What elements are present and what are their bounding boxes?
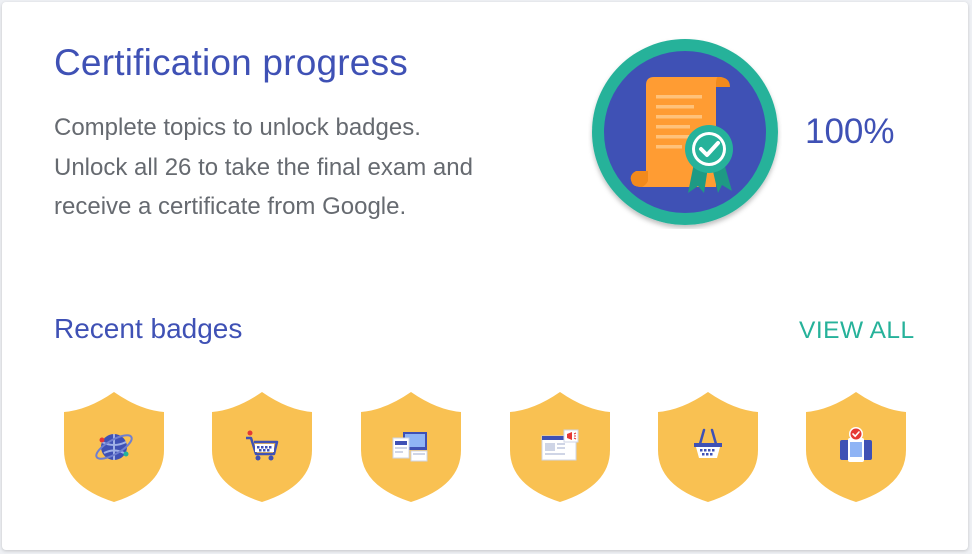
description-line-2: Unlock all 26 to take the final exam and [54, 153, 473, 181]
badge-shopping-cart[interactable] [210, 390, 314, 504]
badge-devices[interactable] [359, 390, 463, 504]
certificate-medal-icon [588, 35, 782, 229]
description-line-3: receive a certificate from Google. [54, 193, 407, 220]
certification-progress-card: Certification progress Complete topics t… [2, 2, 968, 550]
recent-badges-list [62, 390, 922, 506]
badge-web-ad[interactable] [508, 390, 612, 504]
badge-globe[interactable] [62, 390, 166, 504]
badge-shopping-basket[interactable] [656, 390, 760, 504]
progress-percent: 100% [805, 112, 895, 151]
certification-description: Complete topics to unlock badges. Unlock… [54, 108, 574, 227]
badge-mobile-check[interactable] [804, 390, 908, 504]
view-all-link[interactable]: VIEW ALL [799, 317, 915, 345]
page-title: Certification progress [54, 42, 408, 83]
description-line-1: Complete topics to unlock badges. [54, 114, 421, 141]
recent-badges-title: Recent badges [54, 313, 243, 344]
